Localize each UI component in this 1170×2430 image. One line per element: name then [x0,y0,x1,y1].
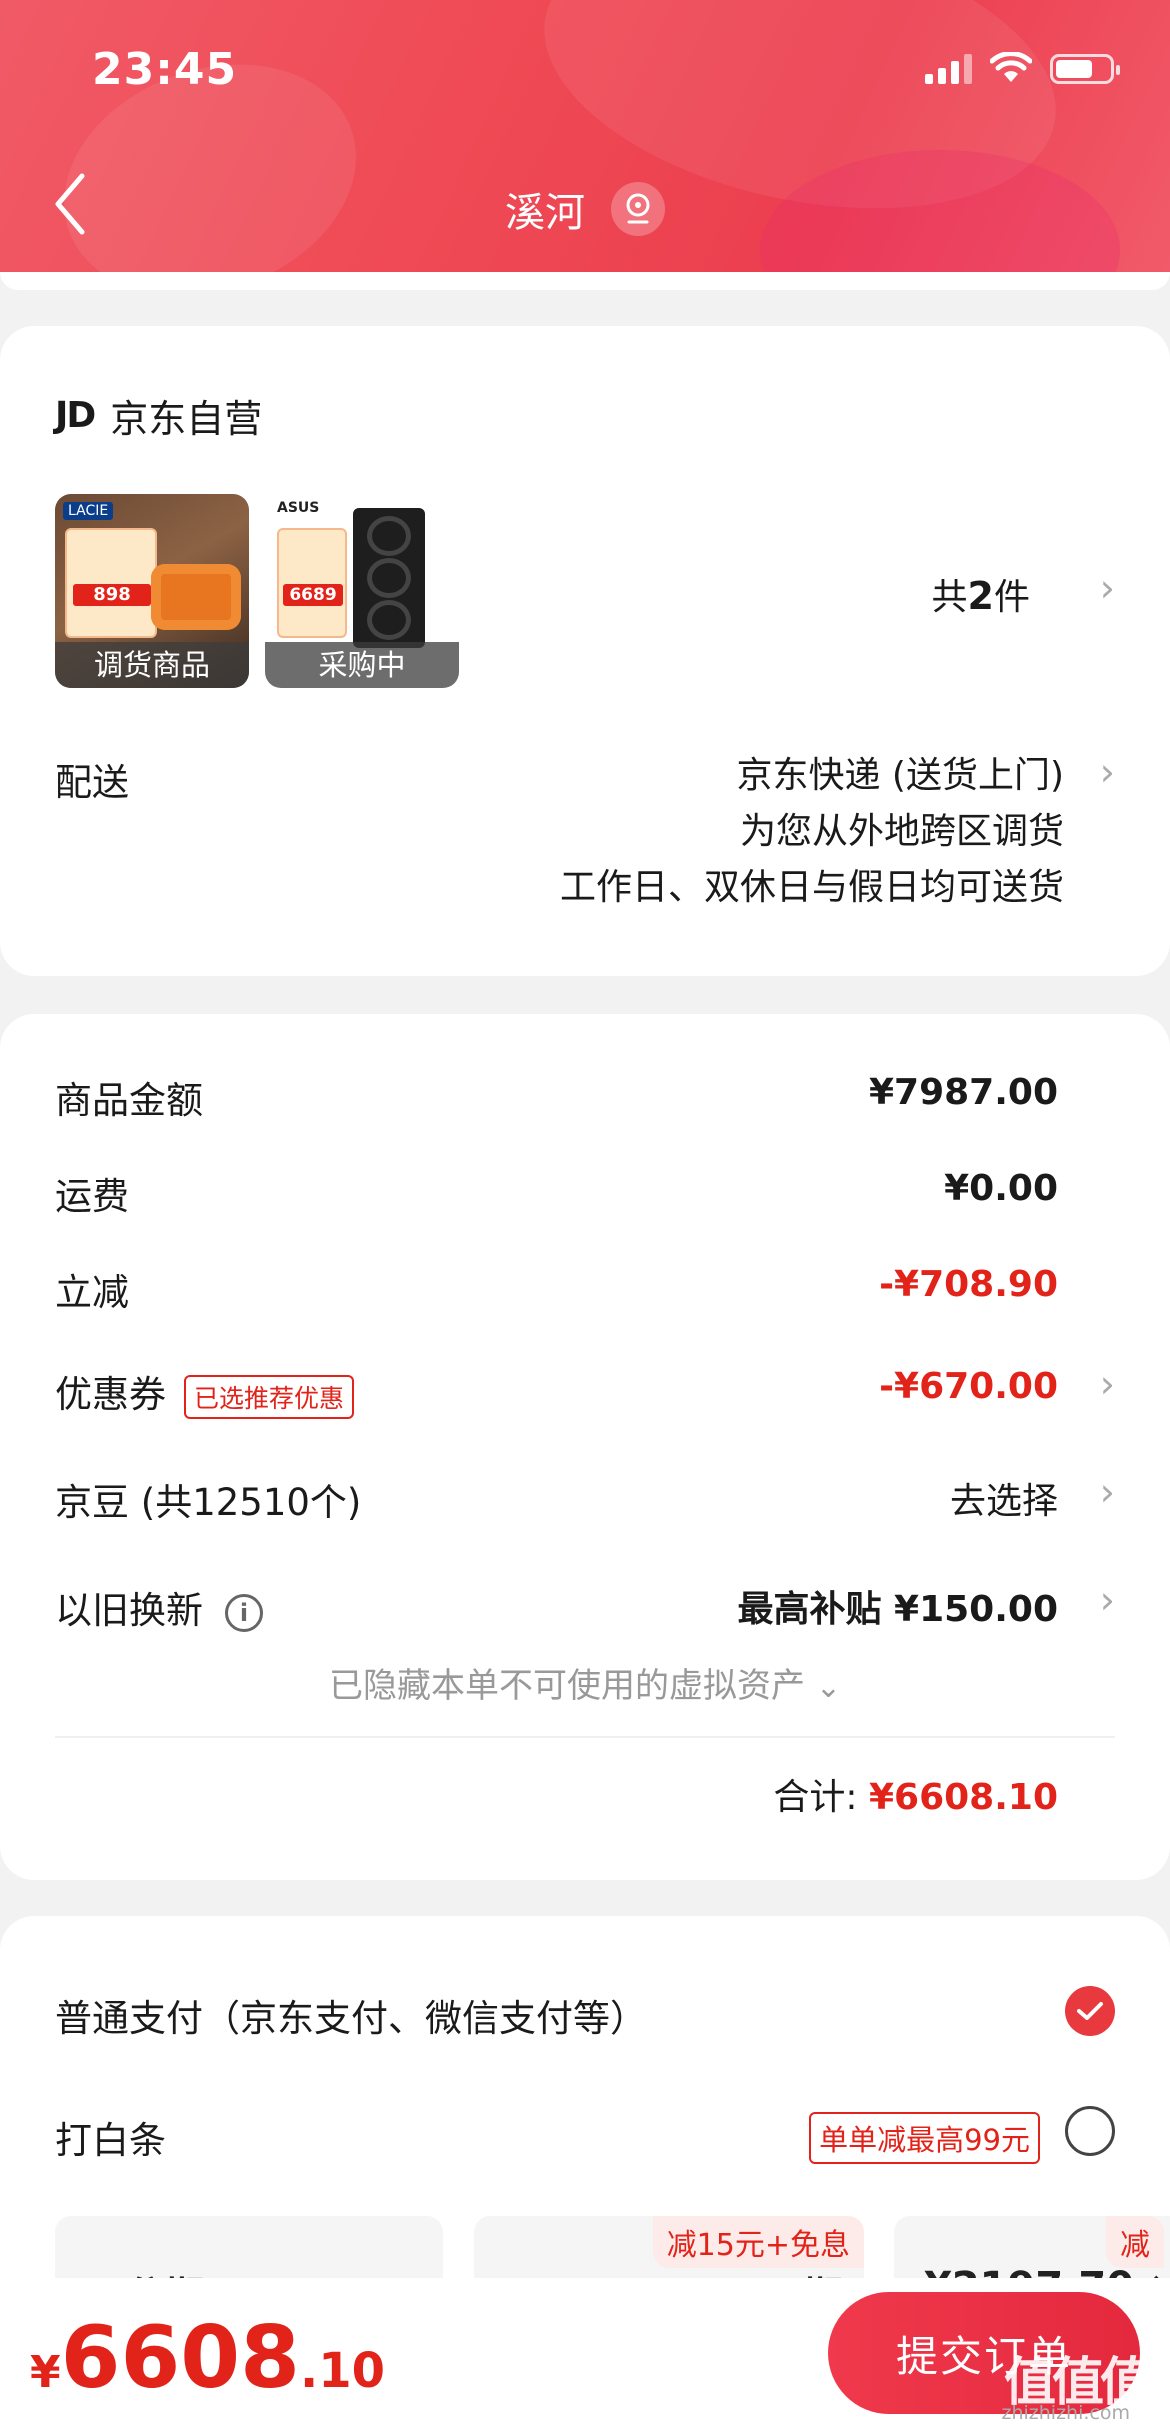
jd-beans-value[interactable]: 去选择 [950,1472,1058,1524]
battery-icon [1050,54,1120,84]
product-thumb-2[interactable]: ASUS 6689 采购中 [265,494,459,688]
store-name: 京东自营 [110,397,263,441]
chevron-right-icon[interactable]: › [1100,1470,1115,1514]
delivery-label: 配送 [55,761,129,804]
jd-logo: JD [55,395,96,436]
total-value: ¥6608.10 [868,1777,1058,1818]
coupon-tag: 已选推荐优惠 [184,1374,355,1419]
status-time: 23:45 [92,44,238,95]
chevron-down-icon: ⌄ [815,1670,841,1705]
trade-in-value[interactable]: 最高补贴 ¥150.00 [737,1580,1058,1632]
delivery-info[interactable]: 京东快递 (送货上门) 为您从外地跨区调货 工作日、双休日与假日均可送货 [560,748,1064,916]
location-pin-icon [626,193,650,224]
store-header: JD 京东自营 [55,388,262,443]
total-label: 合计: [773,1777,858,1818]
product-image [151,564,241,630]
price-decimal: .10 [299,2343,386,2399]
jd-beans-label: 京豆 (共12510个) [55,1481,362,1524]
instant-discount-value: -¥708.90 [879,1264,1058,1305]
divider [55,1736,1115,1738]
item-count[interactable]: 共2件 [932,568,1030,620]
installment-tag: 减 [1106,2216,1164,2268]
baitiao-label[interactable]: 打白条 [55,2110,166,2164]
installment-tag: 减15元+免息 [652,2216,864,2268]
chevron-right-icon[interactable]: › [1100,566,1115,610]
price-integer: 6608 [60,2308,300,2408]
price-card [0,1014,1170,1880]
instant-discount-label: 立减 [55,1271,129,1314]
chevron-right-icon[interactable]: › [1100,1578,1115,1622]
poster-price: 6689 [283,584,343,606]
chevron-right-icon[interactable]: › [1100,1362,1115,1406]
product-image [353,508,425,648]
check-icon [1077,2002,1103,2020]
coupon-value[interactable]: -¥670.00 [879,1366,1058,1407]
promo-poster: 898 [65,528,157,638]
goods-amount-label: 商品金额 [55,1079,203,1122]
bottom-bar: ¥6608.10 提交订单 [0,2278,1170,2430]
product-thumb-1[interactable]: LACIE 898 调货商品 [55,494,249,688]
final-price: ¥6608.10 [30,2308,385,2408]
info-icon[interactable]: i [225,1593,263,1632]
page-title: 溪河 [505,190,585,236]
normal-payment-radio[interactable] [1065,1986,1115,2036]
currency-symbol: ¥ [30,2347,61,2398]
baitiao-promo-tag: 单单减最高99元 [809,2112,1040,2164]
hidden-assets-note: 已隐藏本单不可使用的虚拟资产 [329,1666,806,1706]
baitiao-radio[interactable] [1065,2106,1115,2156]
promo-poster: 6689 [277,528,347,638]
thumb-label: 采购中 [265,642,459,688]
hidden-assets-toggle[interactable]: 已隐藏本单不可使用的虚拟资产 ⌄ [0,1658,1170,1707]
shipping-label: 运费 [55,1175,129,1218]
trade-in-row[interactable]: 以旧换新 i [55,1580,263,1634]
poster-price: 898 [73,584,151,606]
thumb-label: 调货商品 [55,642,249,688]
trade-in-label: 以旧换新 [55,1589,203,1632]
nav-title-area: 溪河 [0,180,1170,238]
delivery-note: 工作日、双休日与假日均可送货 [559,867,1064,908]
coupon-row[interactable]: 优惠券 已选推荐优惠 [55,1364,355,1419]
delivery-method: 京东快递 (送货上门) [736,755,1064,796]
prev-card-edge [0,272,1170,290]
signal-icon [925,54,972,84]
chevron-right-icon[interactable]: › [1100,750,1115,794]
shipping-value: ¥0.00 [944,1168,1058,1209]
brand-mark: ASUS [277,500,320,516]
wifi-icon [990,52,1032,82]
coupon-label: 优惠券 [55,1373,166,1416]
watermark-site: zhizhizhi.com [1001,2402,1130,2424]
goods-amount-value: ¥7987.00 [868,1072,1058,1113]
normal-payment-label[interactable]: 普通支付（京东支付、微信支付等） [55,1988,647,2042]
order-total: 合计: ¥6608.10 [773,1768,1058,1820]
location-button[interactable] [611,182,665,236]
status-icons [925,52,1120,84]
delivery-note: 为您从外地跨区调货 [739,811,1064,852]
brand-mark: LACIE [63,502,114,520]
header: 23:45 溪河 [0,0,1170,272]
